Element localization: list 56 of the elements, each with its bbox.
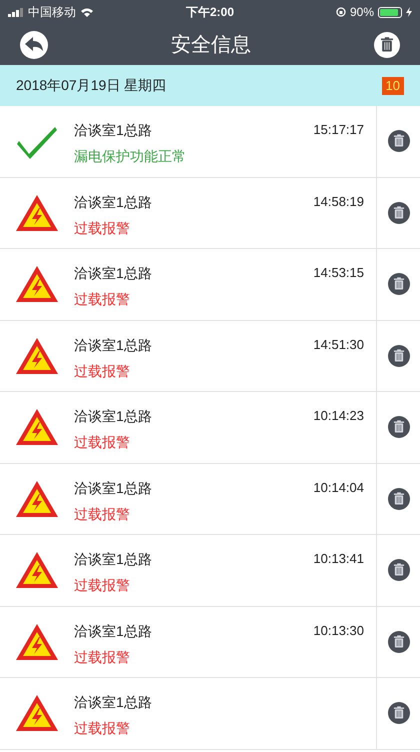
back-icon[interactable] bbox=[20, 30, 48, 58]
delete-icon[interactable] bbox=[388, 344, 410, 367]
date-label: 2018年07月19日 星期四 bbox=[16, 76, 166, 95]
warning-icon bbox=[14, 478, 60, 519]
event-time: 10:13:30 bbox=[313, 622, 364, 640]
warning-icon bbox=[14, 550, 60, 590]
event-time: 10:14:23 bbox=[313, 407, 364, 425]
event-time: 15:17:17 bbox=[313, 121, 364, 139]
page-title: 安全信息 bbox=[171, 32, 251, 58]
delete-icon[interactable] bbox=[388, 202, 410, 224]
event-message: 过载报警 bbox=[74, 433, 131, 452]
delete-icon[interactable] bbox=[388, 130, 410, 152]
delete-icon[interactable] bbox=[388, 630, 410, 653]
delete-icon[interactable] bbox=[388, 559, 410, 582]
lock-rotation-icon bbox=[336, 7, 346, 17]
event-time: 14:53:15 bbox=[313, 264, 364, 282]
warning-icon bbox=[14, 407, 60, 448]
location-name: 洽谈室1总路 bbox=[74, 550, 152, 569]
clock-time: 下午2:00 bbox=[186, 4, 234, 21]
carrier-name: 中国移动 bbox=[28, 4, 76, 21]
warning-icon bbox=[14, 264, 60, 304]
event-time: 10:13:41 bbox=[313, 550, 364, 568]
warning-icon bbox=[14, 336, 60, 376]
location-name: 洽谈室1总路 bbox=[74, 121, 152, 140]
location-name: 洽谈室1总路 bbox=[74, 407, 152, 426]
warning-icon bbox=[14, 622, 60, 662]
delete-icon[interactable] bbox=[388, 416, 410, 438]
delete-icon[interactable] bbox=[388, 273, 410, 296]
location-name: 洽谈室1总路 bbox=[74, 693, 152, 712]
event-time: 14:51:30 bbox=[313, 336, 364, 354]
delete-all-icon[interactable] bbox=[374, 32, 400, 58]
count-badge: 10 bbox=[382, 76, 404, 94]
location-name: 洽谈室1总路 bbox=[74, 264, 152, 283]
event-time: 10:14:04 bbox=[313, 478, 364, 496]
location-name: 洽谈室1总路 bbox=[74, 336, 152, 354]
location-name: 洽谈室1总路 bbox=[74, 622, 152, 640]
charging-icon bbox=[406, 7, 412, 17]
delete-icon[interactable] bbox=[388, 488, 410, 510]
event-message: 过载报警 bbox=[74, 576, 131, 595]
warning-icon bbox=[14, 693, 60, 734]
event-message: 过载报警 bbox=[74, 648, 131, 666]
wifi-icon bbox=[80, 7, 94, 17]
event-message: 过载报警 bbox=[74, 218, 131, 238]
event-message: 过载报警 bbox=[74, 362, 131, 380]
event-time: 14:58:19 bbox=[313, 192, 364, 210]
event-message: 过载报警 bbox=[74, 719, 131, 738]
warning-icon bbox=[14, 192, 60, 233]
event-message: 过载报警 bbox=[74, 504, 131, 524]
event-message: 过载报警 bbox=[74, 290, 131, 309]
signal-icon bbox=[8, 7, 24, 17]
battery-icon bbox=[378, 6, 402, 18]
battery-percent: 90% bbox=[350, 4, 374, 21]
event-message: 漏电保护功能正常 bbox=[74, 147, 187, 166]
location-name: 洽谈室1总路 bbox=[74, 192, 152, 212]
location-name: 洽谈室1总路 bbox=[74, 478, 152, 498]
delete-icon[interactable] bbox=[388, 702, 410, 724]
